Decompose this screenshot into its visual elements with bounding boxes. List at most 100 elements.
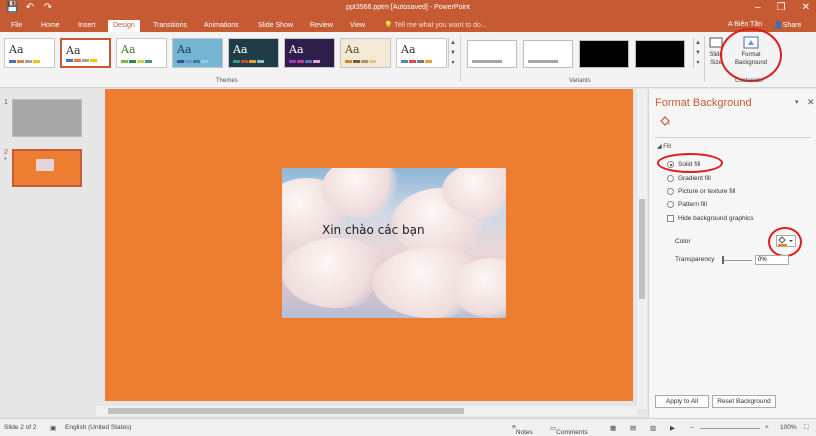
slider-handle[interactable] [722, 256, 724, 264]
slide-editor: Xin chào các bạn [96, 89, 648, 418]
radio-button[interactable] [667, 188, 674, 195]
language-indicator[interactable]: English (United States) [65, 424, 131, 431]
more-icon[interactable]: ▾ [449, 58, 457, 68]
reset-background-button[interactable]: Reset Background [712, 395, 776, 408]
theme-thumbnail[interactable]: Aa [4, 38, 55, 68]
slide-canvas[interactable]: Xin chào các bạn [105, 89, 633, 401]
tab-file[interactable]: File [6, 20, 27, 32]
slide-counter: Slide 2 of 2 [4, 424, 37, 431]
share-button[interactable]: 👤Share [774, 21, 801, 29]
comments-button[interactable]: ▭ Comments [550, 424, 588, 436]
apply-to-all-button[interactable]: Apply to All [655, 395, 709, 408]
slide-sorter-icon[interactable]: ▤ [630, 424, 636, 432]
divider [460, 36, 461, 82]
close-icon[interactable]: ✕ [807, 97, 815, 108]
notes-button[interactable]: ≡ Notes [512, 424, 533, 436]
slide-thumbnail-2[interactable] [12, 149, 82, 187]
scroll-down-icon[interactable]: ▼ [694, 48, 702, 58]
variant-thumbnail[interactable] [635, 40, 685, 68]
theme-color-swatches [177, 60, 208, 63]
theme-color-swatches [345, 60, 376, 63]
vertical-scrollbar[interactable] [637, 89, 647, 409]
spell-check-icon[interactable]: ▣ [50, 424, 56, 432]
theme-label: Aa [233, 43, 248, 56]
variant-thumbnail[interactable] [579, 40, 629, 68]
annotation-circle [720, 28, 782, 82]
close-icon[interactable]: ✕ [802, 2, 810, 13]
person-icon: 👤 [774, 22, 783, 29]
paint-bucket-icon[interactable] [658, 115, 672, 129]
theme-label: Aa [177, 43, 192, 56]
scrollbar-thumb[interactable] [108, 408, 464, 414]
zoom-in-icon[interactable]: + [765, 424, 769, 431]
radio-button[interactable] [667, 175, 674, 182]
divider [704, 36, 705, 82]
theme-thumbnail[interactable]: Aa [116, 38, 167, 68]
normal-view-icon[interactable]: ▦ [610, 424, 616, 432]
transparency-label: Transparency [675, 256, 715, 263]
scroll-up-icon[interactable]: ▲ [694, 38, 702, 48]
slide-modified-marker: * [4, 157, 7, 164]
theme-thumbnail[interactable]: Aa [60, 38, 111, 68]
zoom-slider[interactable] [700, 428, 760, 429]
pattern-fill-option[interactable]: Pattern fill [667, 201, 707, 208]
transparency-slider[interactable] [722, 260, 752, 261]
theme-thumbnail[interactable]: Aa [284, 38, 335, 68]
tab-home[interactable]: Home [36, 20, 65, 32]
theme-thumbnail[interactable]: Aa [172, 38, 223, 68]
tell-me-search[interactable]: 💡 Tell me what you want to do... [384, 21, 487, 29]
theme-thumbnail[interactable]: Aa [396, 38, 447, 68]
theme-label: Aa [401, 43, 416, 56]
checkbox[interactable] [667, 215, 674, 222]
fit-slide-icon[interactable]: ⛶ [804, 424, 809, 432]
slideshow-icon[interactable]: ▶ [670, 424, 675, 432]
hide-background-graphics-option[interactable]: Hide background graphics [667, 215, 754, 222]
tab-transitions[interactable]: Transitions [148, 20, 192, 32]
format-background-pane: Format Background ▾ ✕ ◢ Fill Solid fill … [648, 89, 816, 418]
radio-button[interactable] [667, 201, 674, 208]
theme-thumbnail[interactable]: Aa [228, 38, 279, 68]
color-label: Color [675, 238, 691, 245]
annotation-circle [657, 153, 723, 173]
slide-title-text[interactable]: Xin chào các bạn [322, 223, 425, 237]
window-controls: – ❐ ✕ [755, 2, 810, 13]
variants-gallery-scroll[interactable]: ▲ ▼ ▾ [693, 38, 702, 68]
minimize-icon[interactable]: – [755, 2, 761, 13]
variant-thumbnail[interactable] [467, 40, 517, 68]
theme-label: Aa [345, 43, 360, 56]
zoom-level[interactable]: 100% [780, 424, 797, 431]
reading-view-icon[interactable]: ▥ [650, 424, 656, 432]
user-account[interactable]: A Biên Tân [728, 21, 762, 28]
horizontal-scrollbar[interactable] [96, 406, 637, 416]
annotation-circle [768, 227, 802, 257]
divider [655, 137, 811, 138]
tab-insert[interactable]: Insert [73, 20, 101, 32]
title-bar: 💾 ↶ ↷ ppt3566.pptm [Autosaved] - PowerPo… [0, 0, 816, 18]
scroll-up-icon[interactable]: ▲ [449, 38, 457, 48]
fill-section-header[interactable]: ◢ Fill [657, 143, 671, 150]
cloud-picture[interactable]: Xin chào các bạn [282, 168, 506, 318]
tab-animations[interactable]: Animations [199, 20, 244, 32]
tab-review[interactable]: Review [305, 20, 338, 32]
slide-thumbnail-1[interactable] [12, 99, 82, 137]
pane-options-icon[interactable]: ▾ [795, 98, 799, 106]
transparency-input[interactable]: 0% [755, 255, 789, 265]
pane-title: Format Background [655, 97, 752, 109]
variant-accent [528, 60, 558, 63]
theme-color-swatches [233, 60, 264, 63]
variant-thumbnail[interactable] [523, 40, 573, 68]
picture-fill-option[interactable]: Picture or texture fill [667, 188, 735, 195]
more-icon[interactable]: ▾ [694, 58, 702, 68]
ribbon-tabs: File Home Insert Design Transitions Anim… [0, 18, 816, 32]
tab-view[interactable]: View [345, 20, 370, 32]
ribbon: Aa Aa Aa Aa Aa Aa Aa Aa ▲ ▼ ▾ Themes ▲ ▼ ▾ Vari… [0, 28, 816, 88]
scrollbar-thumb[interactable] [639, 199, 645, 299]
tab-slideshow[interactable]: Slide Show [253, 20, 298, 32]
scroll-down-icon[interactable]: ▼ [449, 48, 457, 58]
gradient-fill-option[interactable]: Gradient fill [667, 175, 711, 182]
themes-gallery-scroll[interactable]: ▲ ▼ ▾ [448, 38, 457, 68]
tab-design[interactable]: Design [108, 20, 140, 32]
zoom-out-icon[interactable]: – [690, 424, 694, 431]
theme-thumbnail[interactable]: Aa [340, 38, 391, 68]
restore-icon[interactable]: ❐ [777, 2, 786, 13]
